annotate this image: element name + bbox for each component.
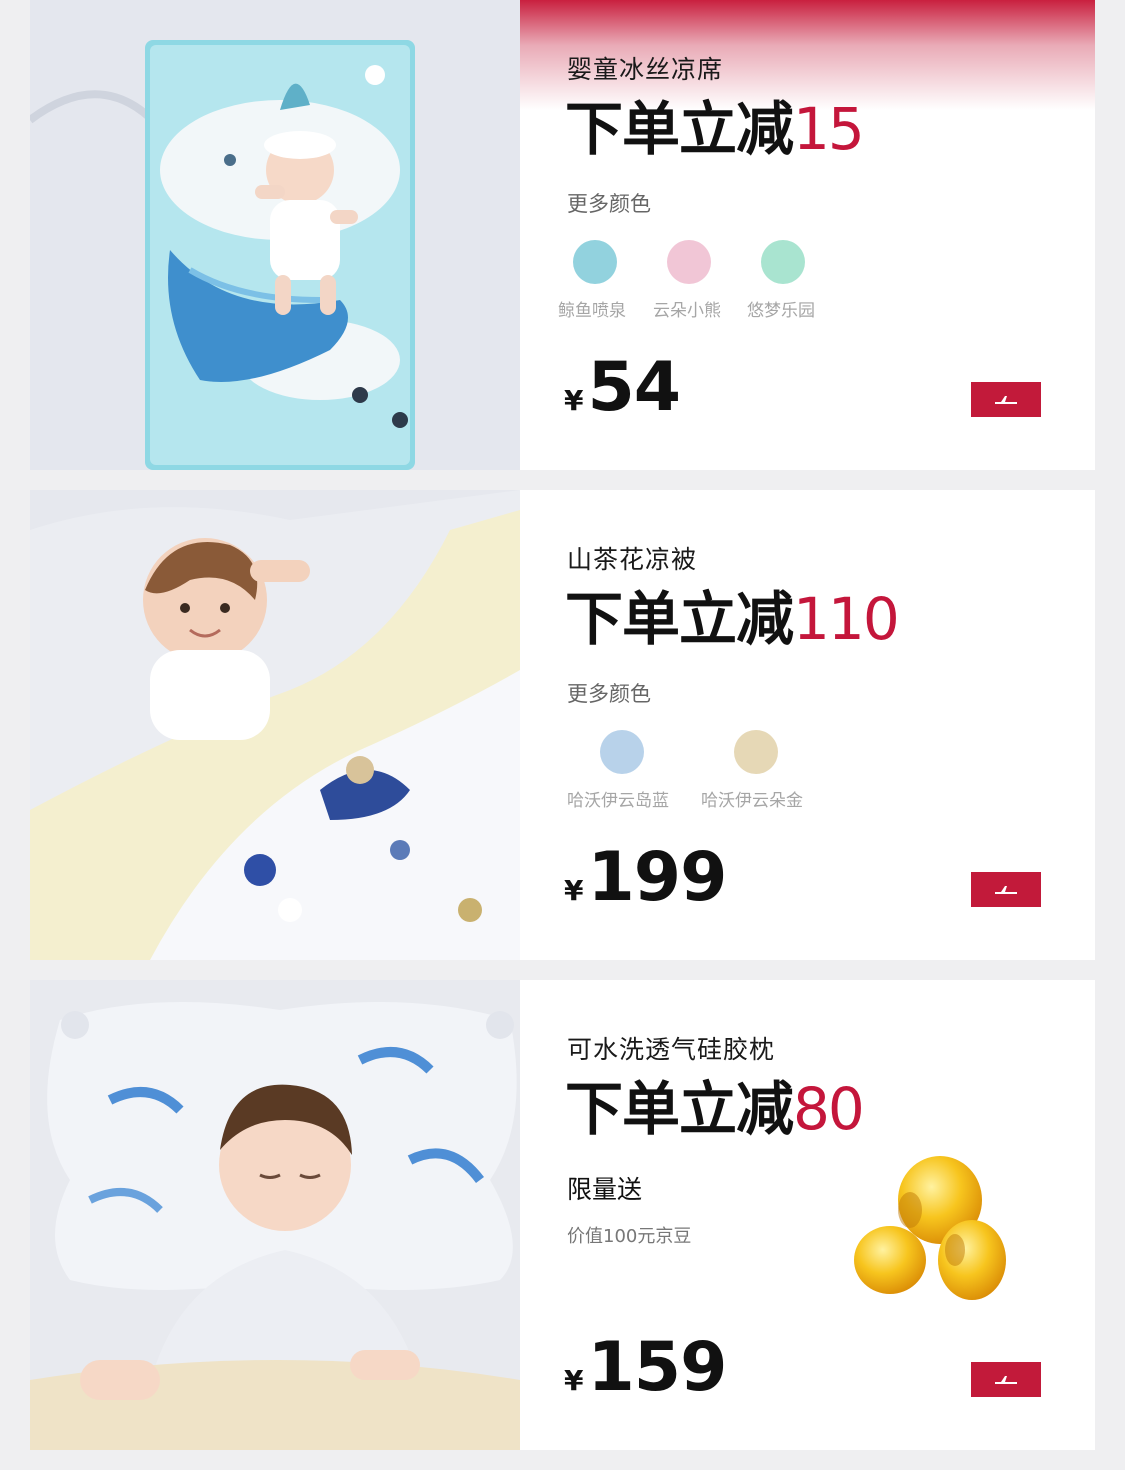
swatch-label: 哈沃伊云朵金 [701,791,803,811]
price-amount: 54 [587,348,681,427]
jingdou-bean-icon [854,1156,1006,1300]
plane-icon [995,1375,1017,1384]
more-colors-label: 更多颜色 [567,682,651,706]
swatch-label: 哈沃伊云岛蓝 [567,791,669,811]
baby-under-quilt-image [30,490,520,960]
promo-prefix: 下单立减 [565,95,794,163]
price: ¥54 [564,348,681,427]
promo-amount: 80 [793,1075,865,1143]
color-swatch-island-blue[interactable] [600,730,644,774]
promo-text: 下单立减80 [565,1062,865,1146]
product-photo-mat[interactable] [30,0,520,470]
gift-description: 价值100元京豆 [567,1226,692,1247]
swatch-label: 鲸鱼喷泉 [558,301,626,321]
promo-amount: 15 [793,95,865,163]
price-amount: 159 [587,1328,727,1407]
buy-button[interactable] [971,1362,1041,1397]
promo-text: 下单立减15 [565,82,865,166]
promo-text: 下单立减110 [565,572,900,656]
buy-button[interactable] [971,382,1041,417]
product-card-pillow[interactable]: 可水洗透气硅胶枕 下单立减80 限量送 价值100元京豆 ¥159 [30,980,1095,1450]
color-swatch-whale[interactable] [573,240,617,284]
product-info-mat: 婴童冰丝凉席 下单立减15 更多颜色 鲸鱼喷泉 云朵小熊 悠梦乐园 ¥54 [520,0,1095,470]
currency-symbol: ¥ [564,1364,584,1397]
price: ¥159 [564,1328,727,1407]
product-name: 婴童冰丝凉席 [567,55,724,84]
product-photo-pillow[interactable] [30,980,520,1450]
color-swatch-dream-park[interactable] [761,240,805,284]
plane-icon [995,395,1017,404]
color-swatch-cloud-gold[interactable] [734,730,778,774]
promo-prefix: 下单立减 [565,585,794,653]
price-amount: 199 [587,838,727,917]
promo-amount: 110 [793,585,900,653]
swatch-label: 悠梦乐园 [747,301,815,321]
product-info-quilt: 山茶花凉被 下单立减110 更多颜色 哈沃伊云岛蓝 哈沃伊云朵金 ¥199 [520,490,1095,960]
product-name: 山茶花凉被 [567,545,698,574]
swatch-label: 云朵小熊 [653,301,721,321]
currency-symbol: ¥ [564,874,584,907]
product-card-mat[interactable]: 婴童冰丝凉席 下单立减15 更多颜色 鲸鱼喷泉 云朵小熊 悠梦乐园 ¥54 [30,0,1095,470]
plane-icon [995,885,1017,894]
baby-on-mat-image [30,0,520,470]
product-name: 可水洗透气硅胶枕 [567,1035,776,1064]
product-card-quilt[interactable]: 山茶花凉被 下单立减110 更多颜色 哈沃伊云岛蓝 哈沃伊云朵金 ¥199 [30,490,1095,960]
price: ¥199 [564,838,727,917]
baby-on-pillow-image [30,980,520,1450]
currency-symbol: ¥ [564,384,584,417]
color-swatch-cloud-bear[interactable] [667,240,711,284]
product-photo-quilt[interactable] [30,490,520,960]
more-colors-label: 更多颜色 [567,192,651,216]
gift-title: 限量送 [567,1175,643,1204]
buy-button[interactable] [971,872,1041,907]
promo-prefix: 下单立减 [565,1075,794,1143]
product-info-pillow: 可水洗透气硅胶枕 下单立减80 限量送 价值100元京豆 ¥159 [520,980,1095,1450]
